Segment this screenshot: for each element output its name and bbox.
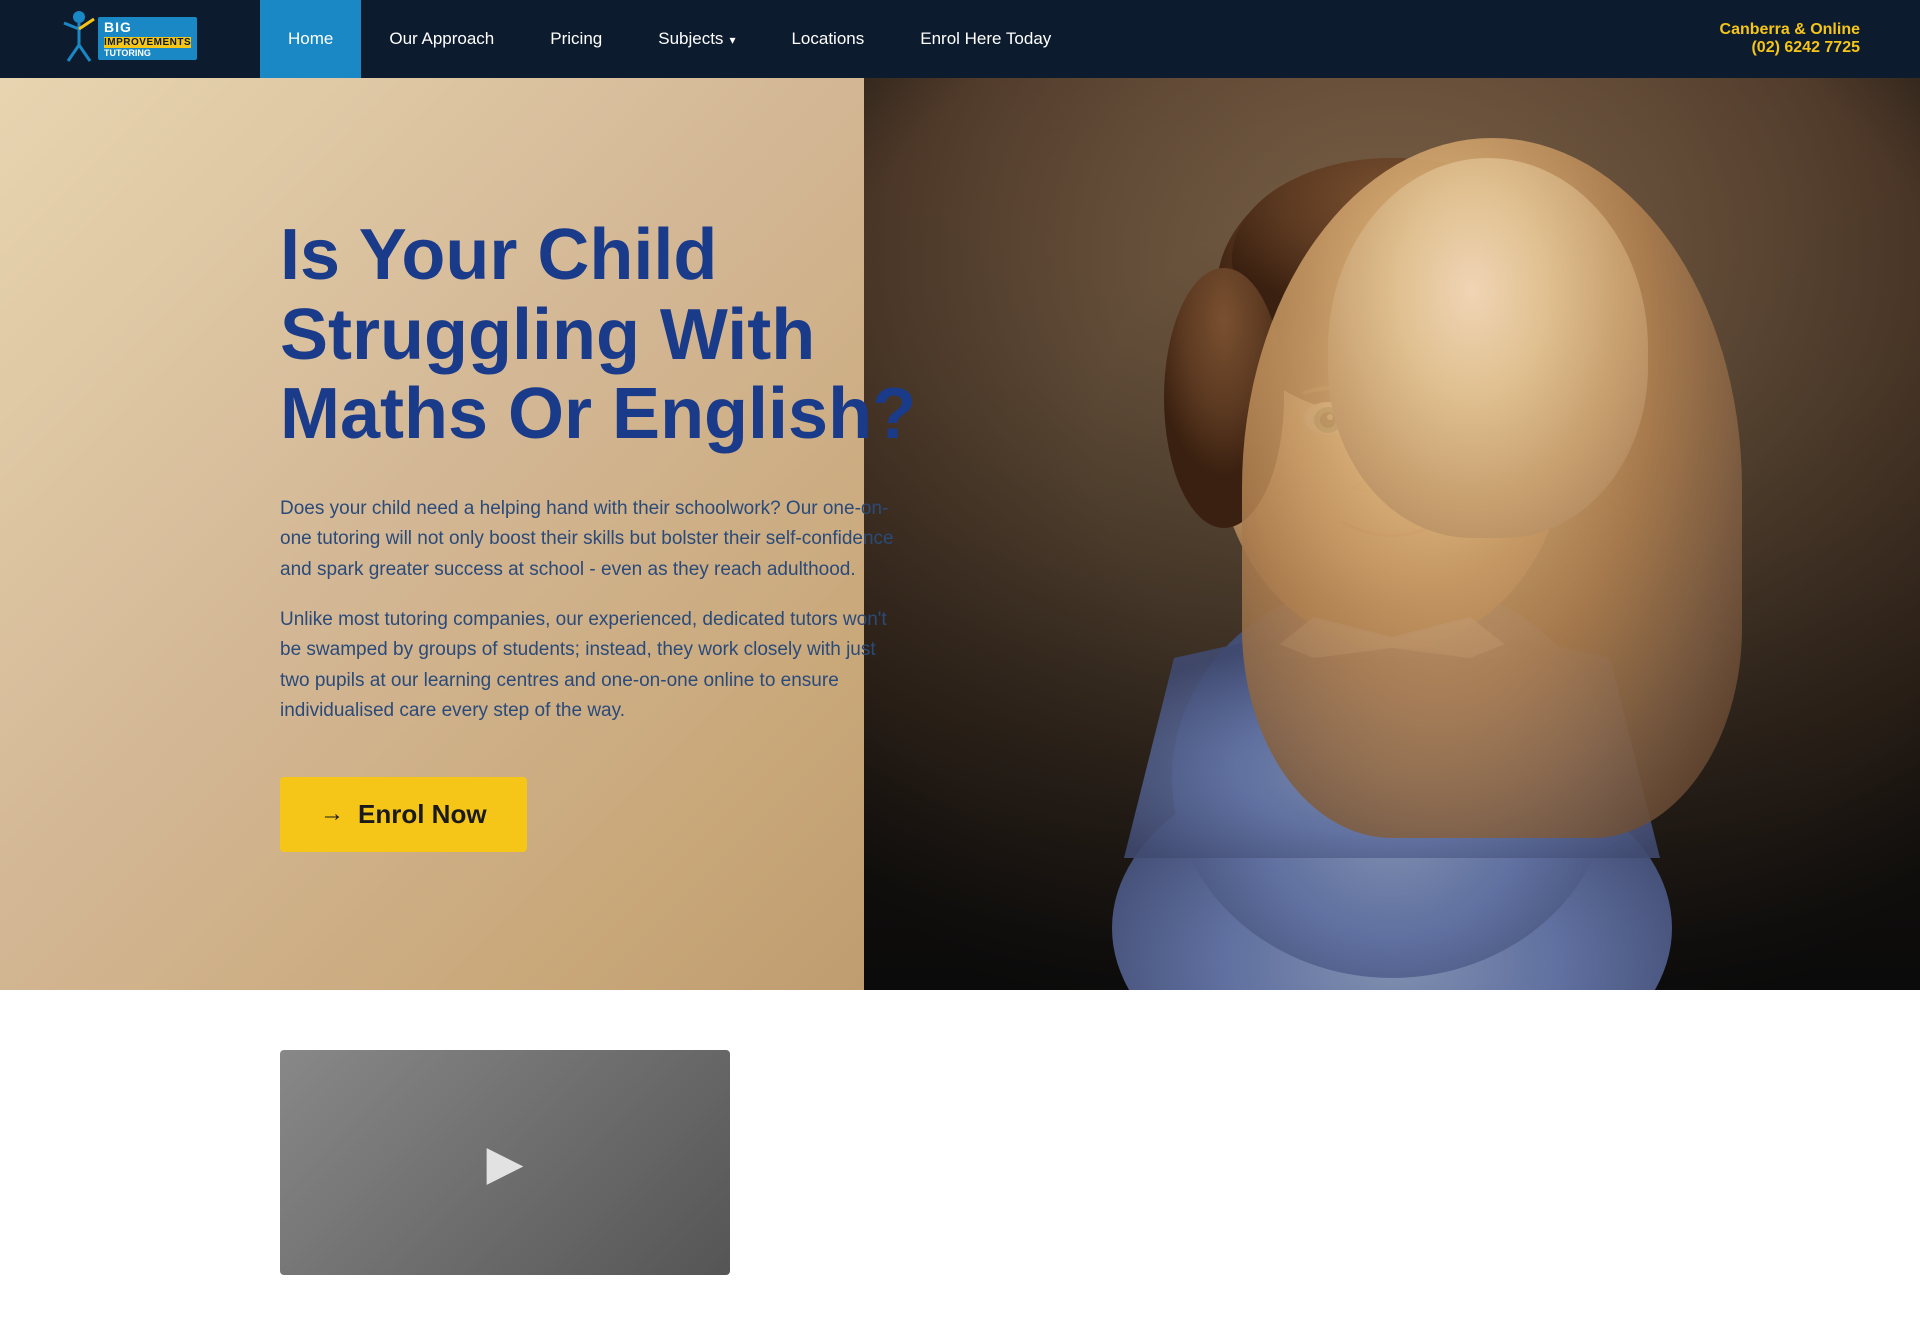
arrow-right-icon: →	[320, 800, 344, 828]
nav-item-locations[interactable]: Locations	[763, 0, 892, 78]
hero-body-1: Does your child need a helping hand with…	[280, 494, 900, 585]
logo-figure-icon	[60, 9, 100, 69]
main-nav: Home Our Approach Pricing Subjects ▾ Loc…	[260, 0, 1720, 78]
site-header: BIG IMPROVEMENTS TUTORING Home Our Appro…	[0, 0, 1920, 78]
hero-heading: Is Your Child Struggling With Maths Or E…	[280, 216, 957, 454]
video-thumbnail[interactable]	[280, 1050, 730, 1275]
header-contact: Canberra & Online (02) 6242 7725	[1720, 21, 1860, 57]
hero-section: Is Your Child Struggling With Maths Or E…	[0, 78, 1920, 990]
below-hero-section	[0, 990, 1920, 1335]
hero-body-2: Unlike most tutoring companies, our expe…	[280, 605, 900, 727]
enrol-now-label: Enrol Now	[358, 799, 487, 830]
nav-item-enrol-here-today[interactable]: Enrol Here Today	[892, 0, 1079, 78]
logo-tutoring: TUTORING	[104, 48, 191, 58]
subjects-label: Subjects	[658, 29, 723, 49]
nav-item-subjects[interactable]: Subjects ▾	[630, 0, 763, 78]
chevron-down-icon: ▾	[729, 33, 735, 47]
contact-phone[interactable]: (02) 6242 7725	[1720, 39, 1860, 57]
logo-improvements: IMPROVEMENTS	[104, 37, 191, 48]
nav-item-our-approach[interactable]: Our Approach	[361, 0, 522, 78]
logo-text: BIG IMPROVEMENTS TUTORING	[98, 17, 197, 60]
logo-big: BIG	[104, 19, 132, 35]
logo[interactable]: BIG IMPROVEMENTS TUTORING	[60, 9, 180, 69]
nav-item-home[interactable]: Home	[260, 0, 361, 78]
enrol-now-button[interactable]: → Enrol Now	[280, 777, 527, 852]
contact-location: Canberra & Online	[1720, 21, 1860, 39]
hero-content: Is Your Child Struggling With Maths Or E…	[0, 78, 1037, 990]
nav-item-pricing[interactable]: Pricing	[522, 0, 630, 78]
